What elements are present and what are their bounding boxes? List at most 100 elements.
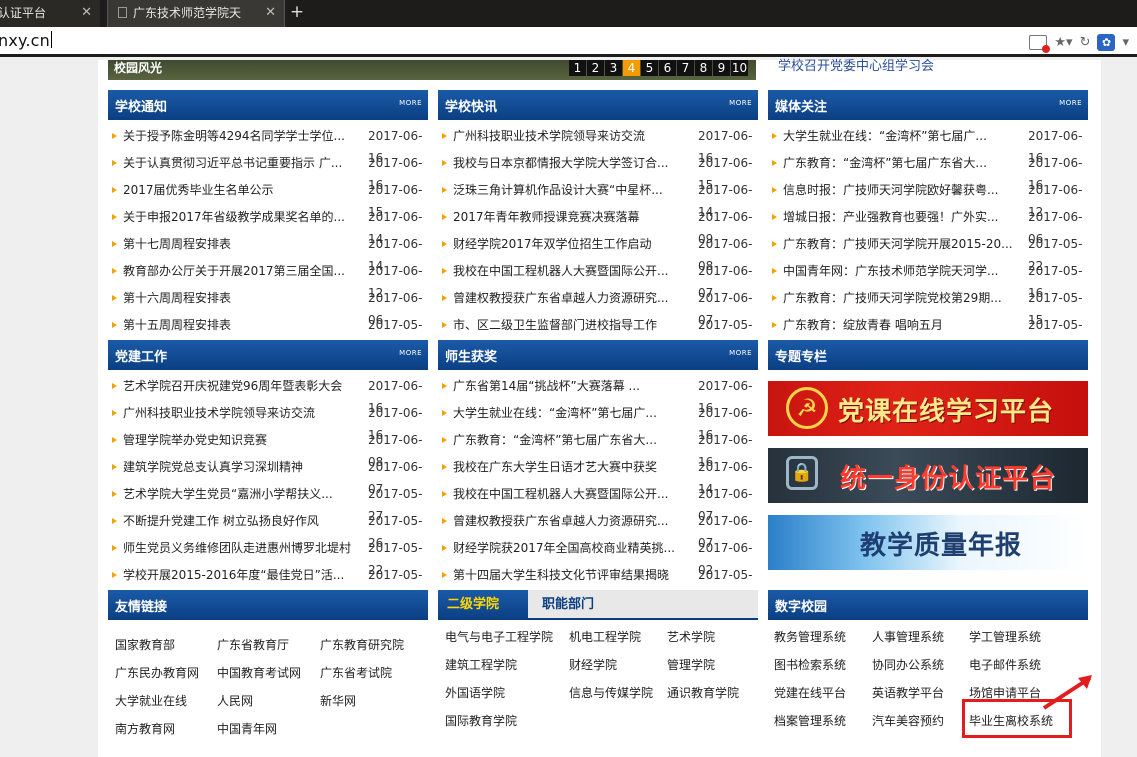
link-item[interactable]: 财经学院 bbox=[569, 656, 617, 673]
link-item[interactable]: 人民网 bbox=[217, 692, 253, 709]
banner-page-9[interactable]: 9 bbox=[713, 60, 730, 76]
list-item[interactable]: 中国青年网：广东技术师范学院天河学... 2017-05-16 bbox=[768, 260, 1088, 300]
identity-auth-banner[interactable]: 🔒 统一身份认证平台 bbox=[768, 448, 1088, 503]
link-item[interactable]: 南方教育网 bbox=[115, 720, 175, 737]
item-title[interactable]: 信息时报：广技师天河学院欧好馨获粤... bbox=[783, 179, 1015, 201]
list-item[interactable]: 广东省第14届“挑战杯”大赛落幕 ... 2017-06-16 bbox=[438, 375, 758, 415]
list-item[interactable]: 艺术学院大学生党员“嘉洲小学帮扶义... 2017-05-27 bbox=[108, 483, 428, 523]
list-item[interactable]: 广州科技职业技术学院领导来访交流 2017-06-16 bbox=[438, 125, 758, 165]
list-item[interactable]: 第十五周周程安排表2017-05-31 bbox=[108, 314, 428, 354]
link-item[interactable]: 管理学院 bbox=[667, 656, 715, 673]
link-item[interactable]: 外国语学院 bbox=[445, 684, 505, 701]
item-title[interactable]: 我校在中国工程机器人大赛暨国际公开... bbox=[453, 260, 685, 282]
list-item[interactable]: 我校在广东大学生日语才艺大赛中获奖 2017-06-14 bbox=[438, 456, 758, 496]
item-title[interactable]: 第十四届大学生科技文化节评审结果揭晓 bbox=[453, 564, 685, 586]
item-title[interactable]: 关于认真贯彻习近平总书记重要指示 广... bbox=[123, 152, 355, 174]
tab-functional-departments[interactable]: 职能部门 bbox=[542, 590, 594, 620]
list-item[interactable]: 教育部办公厅关于开展2017第三届全国... 2017-06-12 bbox=[108, 260, 428, 300]
list-item[interactable]: 师生党员义务维修团队走进惠州博罗北堤村 2017-05-22 bbox=[108, 537, 428, 577]
list-item[interactable]: 大学生就业在线：“金湾杯”第七届广... 2017-06-16 bbox=[438, 402, 758, 442]
link-item[interactable]: 英语教学平台 bbox=[872, 684, 944, 701]
item-title[interactable]: 曾建权教授获广东省卓越人力资源研究... bbox=[453, 287, 685, 309]
more-link[interactable]: MORE bbox=[1059, 99, 1082, 107]
list-item[interactable]: 广州科技职业技术学院领导来访交流 2017-06-16 bbox=[108, 402, 428, 442]
item-title[interactable]: 2017届优秀毕业生名单公示 bbox=[123, 179, 355, 201]
banner-page-8[interactable]: 8 bbox=[695, 60, 712, 76]
link-item[interactable]: 大学就业在线 bbox=[115, 692, 187, 709]
banner-page-3[interactable]: 3 bbox=[605, 60, 622, 76]
link-item[interactable]: 艺术学院 bbox=[667, 628, 715, 645]
party-course-banner[interactable]: ☭ 党课在线学习平台 bbox=[768, 381, 1088, 436]
list-item[interactable]: 2017届优秀毕业生名单公示 2017-06-15 bbox=[108, 179, 428, 219]
list-item[interactable]: 第十六周周程安排表 2017-06-06 bbox=[108, 287, 428, 327]
link-item[interactable]: 图书检索系统 bbox=[774, 656, 846, 673]
item-title[interactable]: 第十六周周程安排表 bbox=[123, 287, 355, 309]
item-title[interactable]: 中国青年网：广东技术师范学院天河学... bbox=[783, 260, 1015, 282]
teaching-quality-banner[interactable]: 教学质量年报 bbox=[768, 515, 1088, 570]
list-item[interactable]: 学校开展2015-2016年度“最佳党日”活...2017-05-19 bbox=[108, 564, 428, 604]
list-item[interactable]: 财经学院2017年双学位招生工作启动 2017-06-08 bbox=[438, 233, 758, 273]
item-title[interactable]: 我校在广东大学生日语才艺大赛中获奖 bbox=[453, 456, 685, 478]
list-item[interactable]: 广东教育：“金湾杯”第七届广东省大... 2017-06-16 bbox=[768, 152, 1088, 192]
list-item[interactable]: 曾建权教授获广东省卓越人力资源研究... 2017-06-07 bbox=[438, 287, 758, 327]
link-item[interactable]: 国家教育部 bbox=[115, 636, 175, 653]
item-title[interactable]: 曾建权教授获广东省卓越人力资源研究... bbox=[453, 510, 685, 532]
link-item[interactable]: 广东省教育厅 bbox=[217, 636, 289, 653]
tab-secondary-colleges[interactable]: 二级学院 bbox=[438, 590, 528, 620]
list-item[interactable]: 第十四届大学生科技文化节评审结果揭晓2017-05-27 bbox=[438, 564, 758, 604]
banner-page-6[interactable]: 6 bbox=[659, 60, 676, 76]
item-title[interactable]: 广东教育：绽放青春 唱响五月 bbox=[783, 314, 1015, 336]
item-title[interactable]: 学校开展2015-2016年度“最佳党日”活... bbox=[123, 564, 355, 586]
item-title[interactable]: 财经学院获2017年全国高校商业精英挑... bbox=[453, 537, 685, 559]
list-item[interactable]: 广东教育：“金湾杯”第七届广东省大... 2017-06-16 bbox=[438, 429, 758, 469]
item-title[interactable]: 关于申报2017年省级教学成果奖名单的... bbox=[123, 206, 355, 228]
list-item[interactable]: 建筑学院党总支认真学习深圳精神 2017-06-07 bbox=[108, 456, 428, 496]
list-item[interactable]: 财经学院获2017年全国高校商业精英挑... 2017-06-02 bbox=[438, 537, 758, 577]
item-title[interactable]: 广东教育：广技师天河学院党校第29期... bbox=[783, 287, 1015, 309]
url-input[interactable]: nxy.cn bbox=[0, 31, 53, 50]
item-title[interactable]: 财经学院2017年双学位招生工作启动 bbox=[453, 233, 685, 255]
list-item[interactable]: 增城日报：产业强教育也要强！广外实... 2017-06-06 bbox=[768, 206, 1088, 246]
link-item[interactable]: 信息与传媒学院 bbox=[569, 684, 653, 701]
list-item[interactable]: 第十七周周程安排表 2017-06-14 bbox=[108, 233, 428, 273]
more-link[interactable]: MORE bbox=[399, 349, 422, 357]
link-item[interactable]: 电子邮件系统 bbox=[969, 656, 1041, 673]
list-item[interactable]: 关于认真贯彻习近平总书记重要指示 广... 2017-06-16 bbox=[108, 152, 428, 192]
link-item[interactable]: 国际教育学院 bbox=[445, 712, 517, 729]
item-title[interactable]: 师生党员义务维修团队走进惠州博罗北堤村 bbox=[123, 537, 355, 559]
banner-page-2[interactable]: 2 bbox=[587, 60, 604, 76]
list-item[interactable]: 我校在中国工程机器人大赛暨国际公开... 2017-06-07 bbox=[438, 483, 758, 523]
link-item[interactable]: 学工管理系统 bbox=[969, 628, 1041, 645]
item-title[interactable]: 广东省第14届“挑战杯”大赛落幕 ... bbox=[453, 375, 685, 397]
item-title[interactable]: 我校在中国工程机器人大赛暨国际公开... bbox=[453, 483, 685, 505]
paw-icon[interactable]: ✿ bbox=[1097, 33, 1116, 51]
banner-page-7[interactable]: 7 bbox=[677, 60, 694, 76]
chevron-down-icon[interactable]: ▾ bbox=[1122, 35, 1129, 50]
link-item[interactable]: 中国教育考试网 bbox=[217, 664, 301, 681]
banner-page-4[interactable]: 4 bbox=[623, 60, 640, 76]
link-item[interactable]: 教务管理系统 bbox=[774, 628, 846, 645]
item-title[interactable]: 大学生就业在线：“金湾杯”第七届广... bbox=[453, 402, 685, 424]
item-title[interactable]: 关于授予陈金明等4294名同学学士学位... bbox=[123, 125, 355, 147]
link-item[interactable]: 中国青年网 bbox=[217, 720, 277, 737]
link-item[interactable]: 汽车美容预约 bbox=[872, 712, 944, 729]
item-title[interactable]: 第十七周周程安排表 bbox=[123, 233, 355, 255]
list-item[interactable]: 不断提升党建工作 树立弘扬良好作风 2017-05-26 bbox=[108, 510, 428, 550]
list-item[interactable]: 广东教育：广技师天河学院开展2015-20... 2017-05-22 bbox=[768, 233, 1088, 273]
list-item[interactable]: 管理学院举办党史知识竞赛 2017-06-08 bbox=[108, 429, 428, 469]
browser-tab-college[interactable]: 广东技术师范学院天 ✕ bbox=[107, 0, 285, 27]
list-item[interactable]: 艺术学院召开庆祝建党96周年暨表彰大会 2017-06-16 bbox=[108, 375, 428, 415]
banner-page-10[interactable]: 10 bbox=[731, 60, 748, 76]
block-icon[interactable] bbox=[1029, 34, 1051, 53]
link-item[interactable]: 人事管理系统 bbox=[872, 628, 944, 645]
item-title[interactable]: 建筑学院党总支认真学习深圳精神 bbox=[123, 456, 355, 478]
link-item[interactable]: 通识教育学院 bbox=[667, 684, 739, 701]
item-title[interactable]: 广东教育：“金湾杯”第七届广东省大... bbox=[783, 152, 1015, 174]
list-item[interactable]: 关于申报2017年省级教学成果奖名单的... 2017-06-14 bbox=[108, 206, 428, 246]
list-item[interactable]: 广东教育：广技师天河学院党校第29期... 2017-05-15 bbox=[768, 287, 1088, 327]
close-icon[interactable]: ✕ bbox=[265, 0, 276, 26]
link-item[interactable]: 建筑工程学院 bbox=[445, 656, 517, 673]
item-title[interactable]: 市、区二级卫生监督部门进校指导工作 bbox=[453, 314, 685, 336]
list-item[interactable]: 我校与日本京都情报大学院大学签订合... 2017-06-15 bbox=[438, 152, 758, 192]
item-title[interactable]: 管理学院举办党史知识竞赛 bbox=[123, 429, 355, 451]
